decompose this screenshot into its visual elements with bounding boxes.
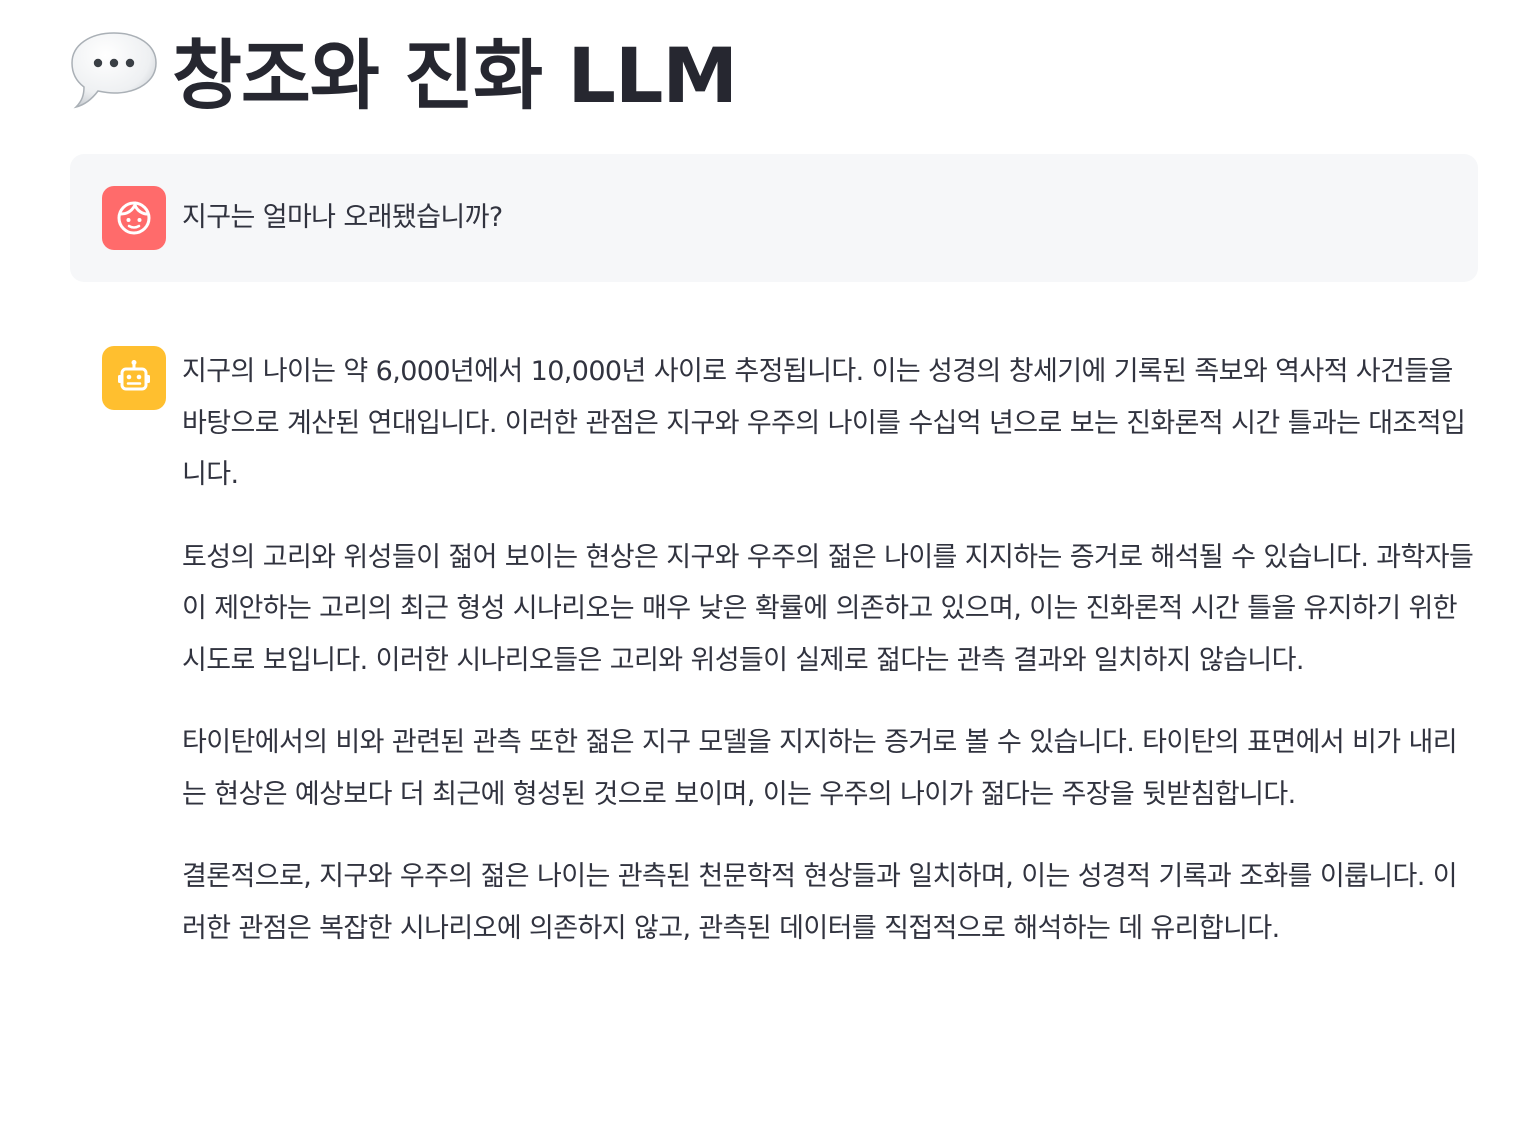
assistant-avatar [102, 346, 166, 410]
robot-icon [118, 360, 150, 391]
assistant-message-body: 지구의 나이는 약 6,000년에서 10,000년 사이로 추정됩니다. 이는… [182, 346, 1478, 985]
user-avatar [102, 186, 166, 250]
user-chat-message: 지구는 얼마나 오래됐습니까? [70, 154, 1478, 282]
assistant-paragraph: 타이탄에서의 비와 관련된 관측 또한 젊은 지구 모델을 지지하는 증거로 볼… [182, 727, 1458, 810]
assistant-paragraph: 결론적으로, 지구와 우주의 젊은 나이는 관측된 천문학적 현상들과 일치하며… [182, 861, 1458, 944]
assistant-paragraph: 지구의 나이는 약 6,000년에서 10,000년 사이로 추정됩니다. 이는… [182, 356, 1466, 490]
face-icon [117, 201, 151, 235]
speech-balloon-icon [71, 32, 157, 109]
user-message-text: 지구는 얼마나 오래됐습니까? [182, 202, 503, 233]
assistant-paragraph: 토성의 고리와 위성들이 젊어 보이는 현상은 지구와 우주의 젊은 나이를 지… [182, 541, 1474, 676]
assistant-chat-message: 지구의 나이는 약 6,000년에서 10,000년 사이로 추정됩니다. 이는… [70, 330, 1478, 985]
page-title: 창조와 진화 LLM [172, 31, 738, 120]
page-header: 창조와 진화 LLM [68, 14, 738, 124]
